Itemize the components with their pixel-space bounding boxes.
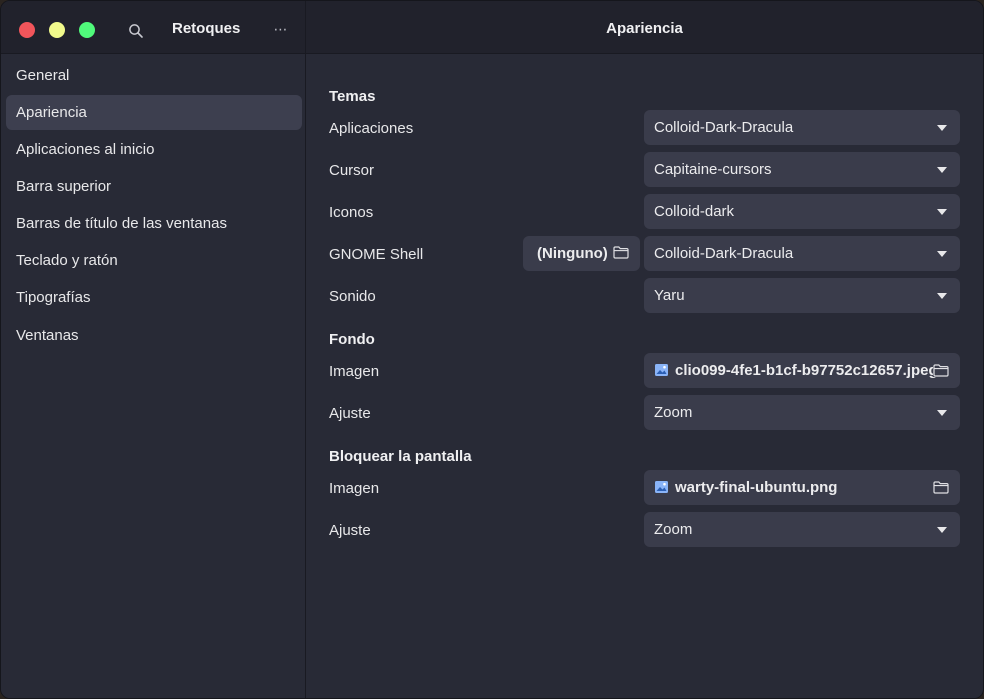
background-adjust-value: Zoom xyxy=(654,404,693,421)
image-file-icon xyxy=(655,364,668,376)
lockscreen-image-label: Imagen xyxy=(329,480,380,497)
gnome-shell-label: GNOME Shell xyxy=(329,246,424,263)
sound-label: Sonido xyxy=(329,288,376,305)
page-title: Apariencia xyxy=(606,20,683,37)
dropdown-arrow-icon xyxy=(937,410,947,416)
shell-theme-file-button[interactable]: (Ninguno) xyxy=(523,236,640,271)
minimize-button[interactable] xyxy=(49,22,65,38)
section-title-lockscreen: Bloquear la pantalla xyxy=(329,448,472,465)
sidebar: General Apariencia Aplicaciones al inici… xyxy=(1,54,306,698)
close-button[interactable] xyxy=(19,22,35,38)
app-title: Retoques xyxy=(172,20,241,37)
cursor-theme-dropdown[interactable]: Capitaine-cursors xyxy=(644,152,960,187)
dropdown-arrow-icon xyxy=(937,167,947,173)
dropdown-arrow-icon xyxy=(937,125,947,131)
sound-theme-value: Yaru xyxy=(654,287,685,304)
sidebar-item-keyboard-mouse[interactable]: Teclado y ratón xyxy=(6,243,302,278)
sidebar-item-top-bar[interactable]: Barra superior xyxy=(6,169,302,204)
sidebar-header: Retoques ⋯ xyxy=(1,1,306,53)
applications-theme-dropdown[interactable]: Colloid-Dark-Dracula xyxy=(644,110,960,145)
icons-theme-dropdown[interactable]: Colloid-dark xyxy=(644,194,960,229)
cursor-theme-value: Capitaine-cursors xyxy=(654,161,772,178)
folder-icon xyxy=(613,246,629,259)
sidebar-item-windows[interactable]: Ventanas xyxy=(6,318,302,353)
icons-theme-value: Colloid-dark xyxy=(654,203,735,220)
sound-theme-dropdown[interactable]: Yaru xyxy=(644,278,960,313)
section-title-background: Fondo xyxy=(329,331,375,348)
sidebar-item-fonts[interactable]: Tipografías xyxy=(6,280,302,315)
background-image-label: Imagen xyxy=(329,363,380,380)
lockscreen-image-value: warty-final-ubuntu.png xyxy=(675,479,838,496)
applications-label: Aplicaciones xyxy=(329,120,414,137)
sidebar-item-general[interactable]: General xyxy=(6,58,302,93)
dropdown-arrow-icon xyxy=(937,293,947,299)
header-bar: Retoques ⋯ Apariencia xyxy=(1,1,983,54)
dropdown-arrow-icon xyxy=(937,209,947,215)
lockscreen-image-file-button[interactable]: warty-final-ubuntu.png xyxy=(644,470,960,505)
sidebar-item-appearance[interactable]: Apariencia xyxy=(6,95,302,130)
background-image-value: clio099-4fe1-b1cf-b97752c12657.jpeg xyxy=(675,362,938,379)
shell-theme-dropdown[interactable]: Colloid-Dark-Dracula xyxy=(644,236,960,271)
sidebar-item-window-titlebars[interactable]: Barras de título de las ventanas xyxy=(6,206,302,241)
folder-icon xyxy=(933,481,949,494)
tweaks-window: Retoques ⋯ Apariencia General Apariencia… xyxy=(0,0,984,699)
section-title-themes: Temas xyxy=(329,88,376,105)
lockscreen-adjust-label: Ajuste xyxy=(329,522,371,539)
lockscreen-adjust-dropdown[interactable]: Zoom xyxy=(644,512,960,547)
search-button[interactable] xyxy=(125,20,147,42)
dropdown-arrow-icon xyxy=(937,251,947,257)
appearance-panel: Temas Aplicaciones Colloid-Dark-Dracula … xyxy=(306,54,983,698)
sidebar-item-startup-apps[interactable]: Aplicaciones al inicio xyxy=(6,132,302,167)
folder-icon xyxy=(933,364,949,377)
shell-theme-value: Colloid-Dark-Dracula xyxy=(654,245,794,262)
image-file-icon xyxy=(655,481,668,493)
menu-button[interactable]: ⋯ xyxy=(269,17,293,41)
icons-label: Iconos xyxy=(329,204,374,221)
maximize-button[interactable] xyxy=(79,22,95,38)
background-image-file-button[interactable]: clio099-4fe1-b1cf-b97752c12657.jpeg xyxy=(644,353,960,388)
applications-theme-value: Colloid-Dark-Dracula xyxy=(654,119,794,136)
dropdown-arrow-icon xyxy=(937,527,947,533)
lockscreen-adjust-value: Zoom xyxy=(654,521,693,538)
background-adjust-dropdown[interactable]: Zoom xyxy=(644,395,960,430)
more-icon: ⋯ xyxy=(273,21,289,37)
shell-theme-file-value: (Ninguno) xyxy=(537,245,608,262)
search-icon xyxy=(129,24,143,38)
cursor-label: Cursor xyxy=(329,162,375,179)
background-adjust-label: Ajuste xyxy=(329,405,371,422)
